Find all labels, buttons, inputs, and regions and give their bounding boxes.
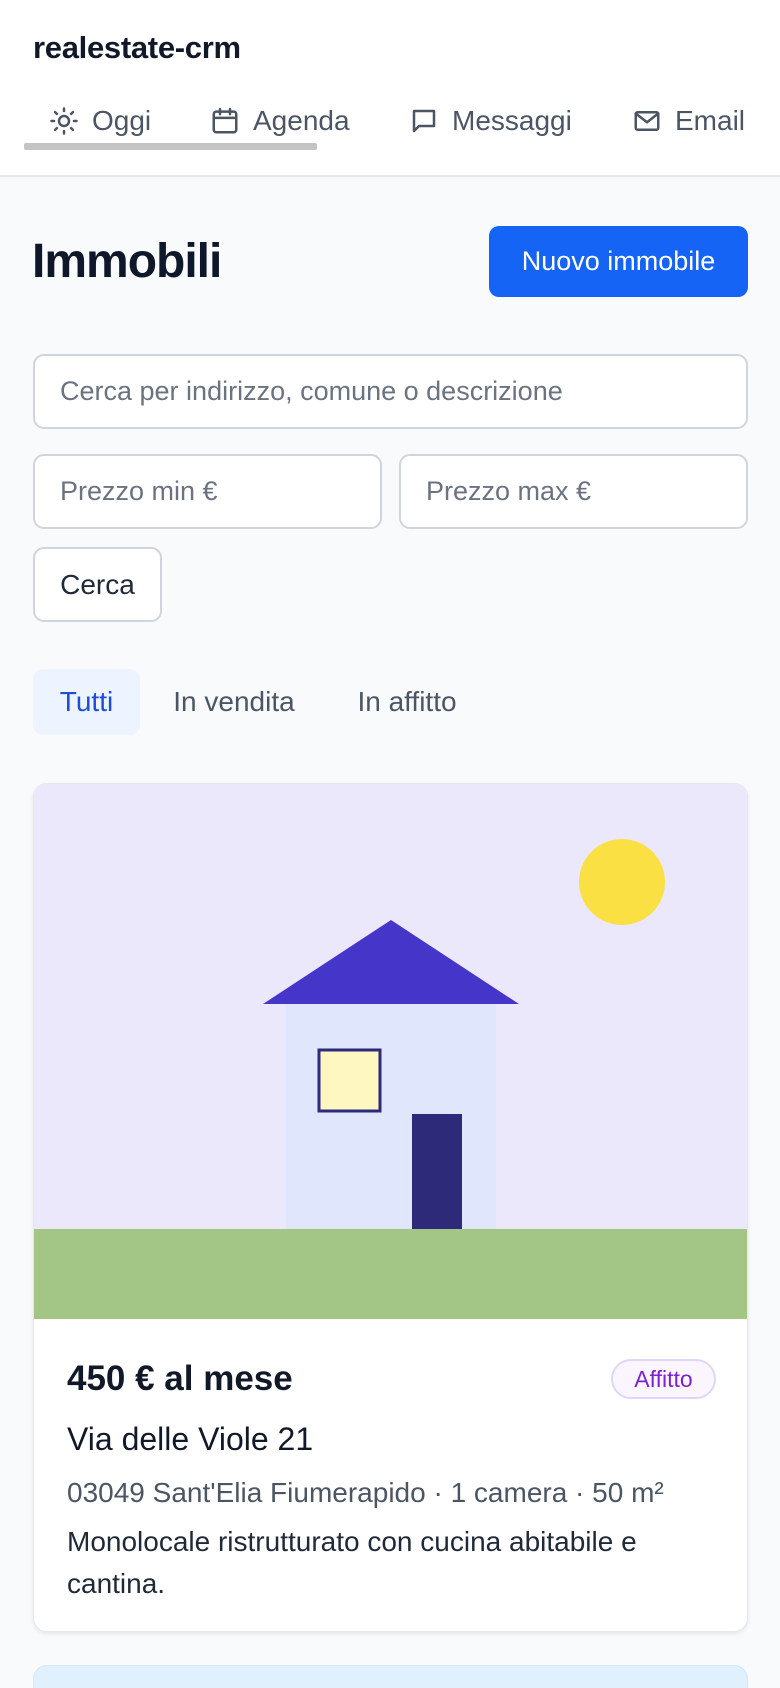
- tab-tutti[interactable]: Tutti: [33, 669, 140, 735]
- active-nav-indicator: [24, 143, 317, 150]
- next-property-card[interactable]: [33, 1665, 748, 1688]
- nav-item-agenda[interactable]: Agenda: [210, 92, 350, 150]
- price-max-input[interactable]: [399, 454, 748, 529]
- house-door: [412, 1114, 462, 1234]
- page-title: Immobili: [32, 235, 222, 288]
- listing-price: 450 € al mese: [67, 1359, 293, 1398]
- nav-item-label: Email: [675, 105, 746, 136]
- tab-in-vendita[interactable]: In vendita: [160, 669, 308, 735]
- calendar-icon: [212, 107, 238, 134]
- nav-item-label: Agenda: [253, 105, 350, 136]
- tab-in-affitto[interactable]: In affitto: [338, 669, 476, 735]
- nav-item-label: Messaggi: [452, 105, 572, 136]
- new-property-button[interactable]: Nuovo immobile: [489, 226, 748, 297]
- search-input[interactable]: [33, 354, 748, 429]
- mail-icon: [634, 111, 660, 131]
- house-window: [317, 1048, 382, 1113]
- top-bar: realestate-crm Oggi Agenda Messaggi Emai…: [0, 0, 780, 177]
- price-min-input[interactable]: [33, 454, 382, 529]
- sun-icon: [50, 107, 78, 135]
- listing-address: Via delle Viole 21: [67, 1421, 314, 1457]
- sun-illustration: [579, 839, 665, 925]
- illustration-ground: [34, 1229, 747, 1319]
- house-illustration: [34, 784, 747, 1319]
- nav-item-oggi[interactable]: Oggi: [49, 92, 151, 150]
- message-square-icon: [412, 109, 436, 133]
- house-wall: [286, 1004, 496, 1234]
- nav-item-email[interactable]: Email: [632, 92, 745, 150]
- listing-description: Monolocale ristrutturato con cucina abit…: [67, 1526, 637, 1599]
- property-card[interactable]: 450 € al mese Affitto Via delle Viole 21…: [33, 783, 748, 1632]
- nav-item-messaggi[interactable]: Messaggi: [409, 92, 572, 150]
- search-button[interactable]: Cerca: [33, 547, 162, 622]
- app-title: realestate-crm: [33, 30, 241, 65]
- listing-meta: 03049 Sant'Elia Fiumerapido · 1 camera ·…: [67, 1477, 664, 1508]
- nav-item-label: Oggi: [92, 105, 152, 136]
- status-badge: Affitto: [611, 1359, 716, 1399]
